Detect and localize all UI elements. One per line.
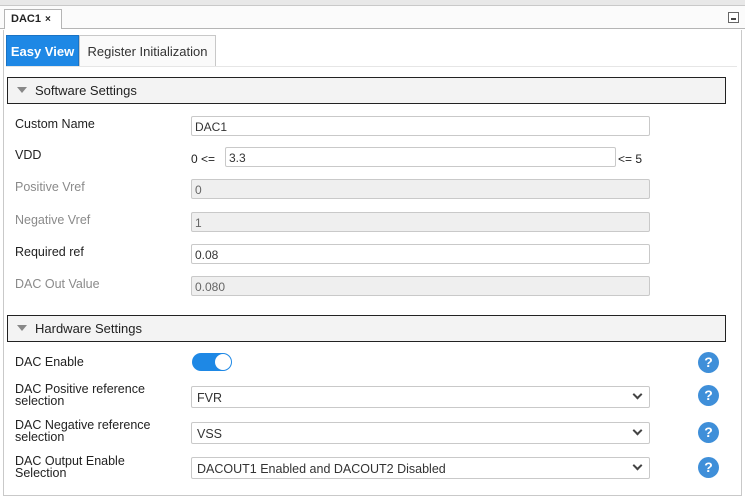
dac-out-value-field: 0.080 xyxy=(191,276,650,296)
document-tab-label: DAC1 xyxy=(11,13,41,25)
dac-negative-reference-label: DAC Negative reference selection xyxy=(15,419,180,444)
minimize-icon[interactable] xyxy=(728,12,739,23)
selected-value: FVR xyxy=(197,391,222,405)
selected-value: DACOUT1 Enabled and DACOUT2 Disabled xyxy=(197,462,446,476)
custom-name-label: Custom Name xyxy=(15,117,95,131)
chevron-down-icon xyxy=(632,425,643,436)
dac-positive-reference-label: DAC Positive reference selection xyxy=(15,383,180,408)
dac-output-enable-label: DAC Output Enable Selection xyxy=(15,455,180,480)
tab-divider xyxy=(6,66,737,67)
dac-out-value-label: DAC Out Value xyxy=(15,277,100,291)
positive-vref-field: 0 xyxy=(191,179,650,199)
positive-vref-label: Positive Vref xyxy=(15,180,85,194)
help-icon[interactable]: ? xyxy=(698,385,719,406)
software-settings-header[interactable]: Software Settings xyxy=(7,77,726,104)
vdd-min-text: 0 <= xyxy=(191,152,216,166)
negative-vref-field: 1 xyxy=(191,212,650,232)
panel-bottom-border xyxy=(3,495,742,496)
tab-register-initialization[interactable]: Register Initialization xyxy=(79,35,216,67)
close-icon[interactable]: × xyxy=(45,14,51,25)
label-line: selection xyxy=(15,430,65,444)
negative-vref-label: Negative Vref xyxy=(15,213,91,227)
tab-easy-view[interactable]: Easy View xyxy=(6,35,79,67)
vdd-input[interactable]: 3.3 xyxy=(225,147,616,167)
required-ref-label: Required ref xyxy=(15,245,84,259)
help-icon[interactable]: ? xyxy=(698,352,719,373)
document-tab-dac1[interactable]: DAC1 × xyxy=(4,9,62,29)
dac-positive-reference-select[interactable]: FVR xyxy=(191,386,650,408)
document-tab-bar: DAC1 × xyxy=(0,6,745,29)
required-ref-input[interactable]: 0.08 xyxy=(191,244,650,264)
dac-enable-label: DAC Enable xyxy=(15,355,84,369)
custom-name-input[interactable]: DAC1 xyxy=(191,116,650,136)
vdd-max-text: <= 5 xyxy=(618,152,643,166)
chevron-down-icon xyxy=(632,389,643,400)
selected-value: VSS xyxy=(197,427,223,441)
dac-output-enable-select[interactable]: DACOUT1 Enabled and DACOUT2 Disabled xyxy=(191,457,650,479)
chevron-down-icon xyxy=(632,460,643,471)
label-line: Selection xyxy=(15,466,67,480)
collapse-triangle-icon xyxy=(17,87,27,93)
vdd-label: VDD xyxy=(15,148,42,162)
help-icon[interactable]: ? xyxy=(698,422,719,443)
dac-negative-reference-select[interactable]: VSS xyxy=(191,422,650,444)
help-icon[interactable]: ? xyxy=(698,457,719,478)
dac-enable-toggle[interactable] xyxy=(192,353,232,371)
collapse-triangle-icon xyxy=(17,325,27,331)
section-title: Hardware Settings xyxy=(35,321,142,336)
section-title: Software Settings xyxy=(35,83,137,98)
label-line: selection xyxy=(15,394,65,408)
hardware-settings-header[interactable]: Hardware Settings xyxy=(7,315,726,342)
toggle-knob xyxy=(215,354,231,370)
